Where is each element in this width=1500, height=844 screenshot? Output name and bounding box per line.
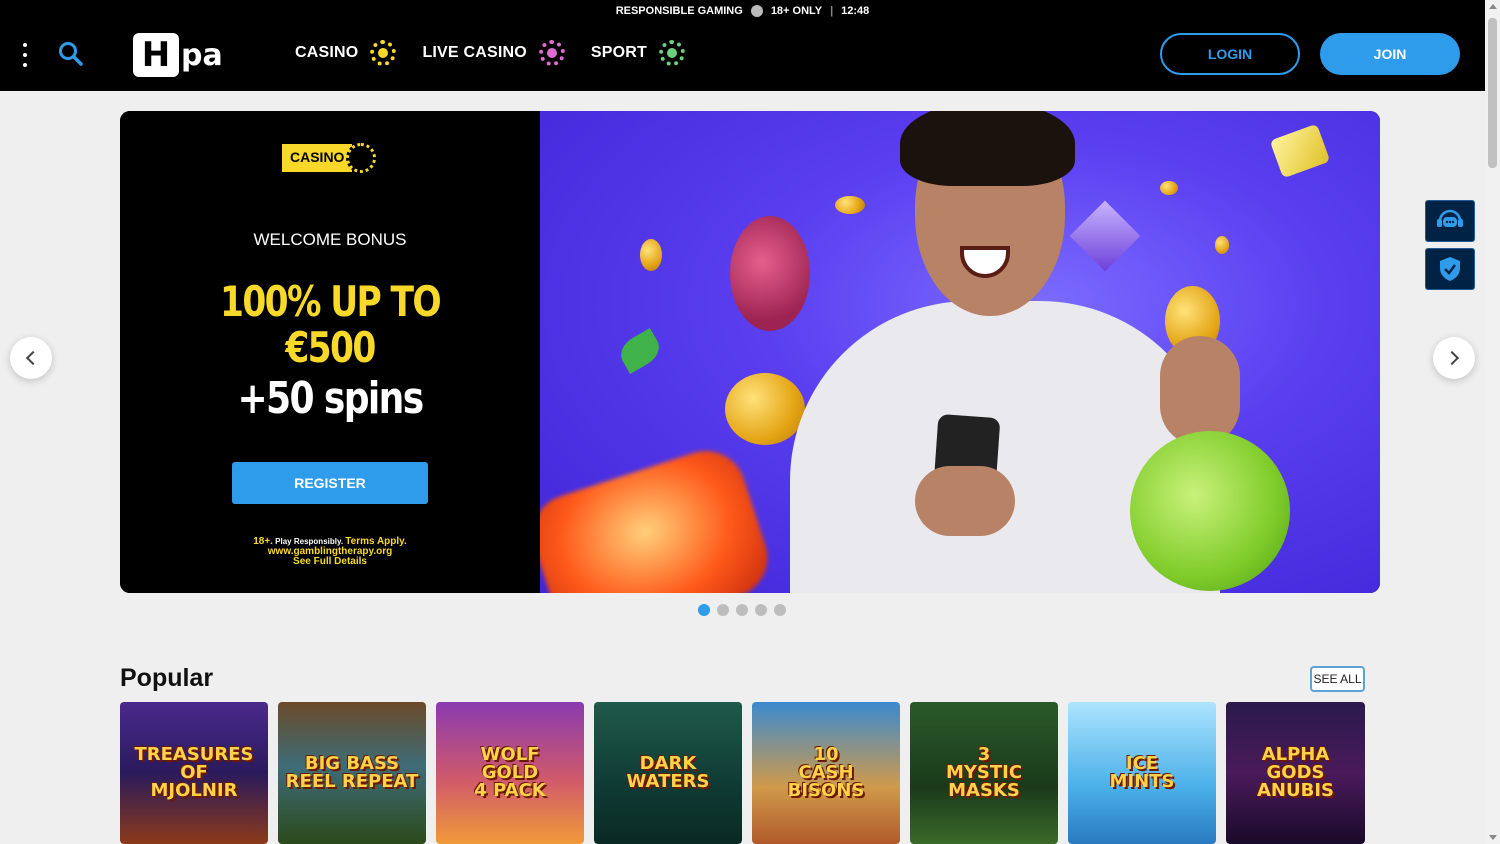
chevron-right-icon — [1444, 350, 1460, 366]
welcome-bonus-heading: WELCOME BONUS — [253, 230, 407, 249]
carousel-dot[interactable] — [717, 604, 729, 616]
casino-badge: CASINO — [282, 143, 377, 173]
casino-chip-icon — [370, 40, 397, 66]
age-restriction-text: 18+ ONLY — [770, 4, 823, 17]
logo-h-letter: H — [141, 35, 171, 75]
main-nav: CASINO LIVE CASINO SPORT — [295, 40, 685, 66]
bonus-line-1: 100% UP TO — [220, 277, 442, 326]
promo-panel: CASINO WELCOME BONUS 100% UP TO €500 +50… — [120, 111, 540, 593]
scroll-down-icon[interactable] — [1489, 835, 1497, 840]
carousel-pagination — [698, 604, 786, 616]
nav-casino-label: CASINO — [295, 44, 359, 61]
leaf-decoration — [615, 328, 665, 374]
casino-chip-icon — [346, 143, 377, 173]
clock-text: 12:48 — [841, 4, 870, 17]
game-title: ALPHA GODS ANUBIS — [1257, 744, 1334, 801]
see-all-button[interactable]: SEE ALL — [1310, 666, 1365, 692]
register-button[interactable]: REGISTER — [232, 462, 428, 504]
carousel-dot[interactable] — [755, 604, 767, 616]
nav-sport[interactable]: SPORT — [591, 40, 685, 66]
coin-decoration — [1160, 181, 1178, 195]
logo-text: pa — [181, 37, 223, 73]
topbar-separator: | — [830, 4, 834, 17]
game-title: 10 CASH BISONS — [787, 744, 865, 801]
purple-gem-decoration — [1069, 200, 1141, 272]
terms-disclaimer: 18+. Play Responsibly. Terms Apply. www.… — [120, 537, 540, 567]
sport-chip-icon — [659, 40, 685, 66]
raspberry-decoration — [730, 216, 810, 331]
certified-badge-icon — [750, 4, 763, 17]
shield-icon — [1440, 257, 1460, 281]
coin-decoration — [1215, 236, 1229, 254]
free-spins-text: +50 spins — [237, 373, 424, 424]
site-header: H pa CASINO LIVE CASINO SPORT LOGIN JOIN — [0, 21, 1485, 91]
play-responsibly-text: Play Responsibly. — [272, 537, 346, 546]
game-tile[interactable]: WOLF GOLD 4 PACK — [436, 702, 584, 844]
nav-sport-label: SPORT — [590, 44, 647, 61]
game-tile[interactable]: ICE MINTS — [1068, 702, 1216, 844]
search-icon[interactable] — [58, 41, 84, 72]
game-title: ICE MINTS — [1109, 753, 1175, 792]
page-scrollbar[interactable] — [1485, 0, 1500, 844]
popular-games-row: TREASURES OF MJOLNIR BIG BASS REEL REPEAT… — [120, 702, 1365, 844]
responsible-gaming-bar: RESPONSIBLE GAMING 18+ ONLY | 12:48 — [0, 0, 1485, 21]
carousel-prev-button[interactable] — [10, 337, 52, 379]
game-tile[interactable]: BIG BASS REEL REPEAT — [278, 702, 426, 844]
nav-live-casino[interactable]: LIVE CASINO — [422, 40, 565, 66]
carousel-dot[interactable] — [736, 604, 748, 616]
see-full-details-link[interactable]: See Full Details — [120, 557, 540, 567]
scrollbar-thumb[interactable] — [1488, 18, 1497, 168]
chevron-left-icon — [25, 350, 41, 366]
game-tile[interactable]: DARK WATERS — [594, 702, 742, 844]
site-logo[interactable]: H pa — [133, 32, 223, 78]
person-hair — [900, 111, 1075, 186]
section-title-popular: Popular — [120, 664, 214, 692]
person-fist — [1160, 336, 1240, 446]
game-tile[interactable]: 3 MYSTIC MASKS — [910, 702, 1058, 844]
live-chat-button[interactable] — [1425, 200, 1475, 242]
logo-h-block: H — [133, 33, 179, 77]
carousel-dot[interactable] — [698, 604, 710, 616]
red-gem-decoration — [540, 440, 778, 593]
responsible-gaming-text: RESPONSIBLE GAMING — [615, 4, 743, 17]
kebab-menu-icon[interactable] — [22, 43, 28, 67]
game-tile[interactable]: 10 CASH BISONS — [752, 702, 900, 844]
game-tile[interactable]: TREASURES OF MJOLNIR — [120, 702, 268, 844]
hero-banner[interactable]: CASINO WELCOME BONUS 100% UP TO €500 +50… — [120, 111, 1380, 593]
game-title: WOLF GOLD 4 PACK — [474, 744, 546, 801]
carousel-dot[interactable] — [774, 604, 786, 616]
live-casino-chip-icon — [538, 40, 565, 66]
game-title: TREASURES OF MJOLNIR — [134, 744, 254, 801]
lime-decoration — [1130, 431, 1290, 591]
bonus-line-2: €500 — [285, 323, 376, 372]
carousel-next-button[interactable] — [1433, 337, 1475, 379]
coin-decoration — [725, 373, 805, 445]
scroll-up-icon[interactable] — [1489, 4, 1497, 9]
game-tile[interactable]: ALPHA GODS ANUBIS — [1226, 702, 1365, 844]
game-title: 3 MYSTIC MASKS — [945, 744, 1023, 801]
game-title: BIG BASS REEL REPEAT — [285, 753, 419, 792]
hero-image — [540, 111, 1380, 593]
nav-live-casino-label: LIVE CASINO — [422, 44, 527, 61]
bonus-amount: 100% UP TO €500 — [158, 279, 502, 371]
yellow-gem-decoration — [1269, 123, 1331, 179]
responsible-gaming-button[interactable] — [1425, 248, 1475, 290]
chat-support-icon — [1437, 209, 1463, 227]
login-button[interactable]: LOGIN — [1160, 33, 1300, 75]
casino-badge-label: CASINO — [282, 144, 353, 172]
person-hand — [915, 466, 1015, 536]
coin-decoration — [835, 196, 865, 214]
join-button[interactable]: JOIN — [1320, 33, 1460, 75]
coin-decoration — [640, 239, 662, 271]
nav-casino[interactable]: CASINO — [295, 40, 397, 66]
game-title: DARK WATERS — [626, 753, 710, 792]
